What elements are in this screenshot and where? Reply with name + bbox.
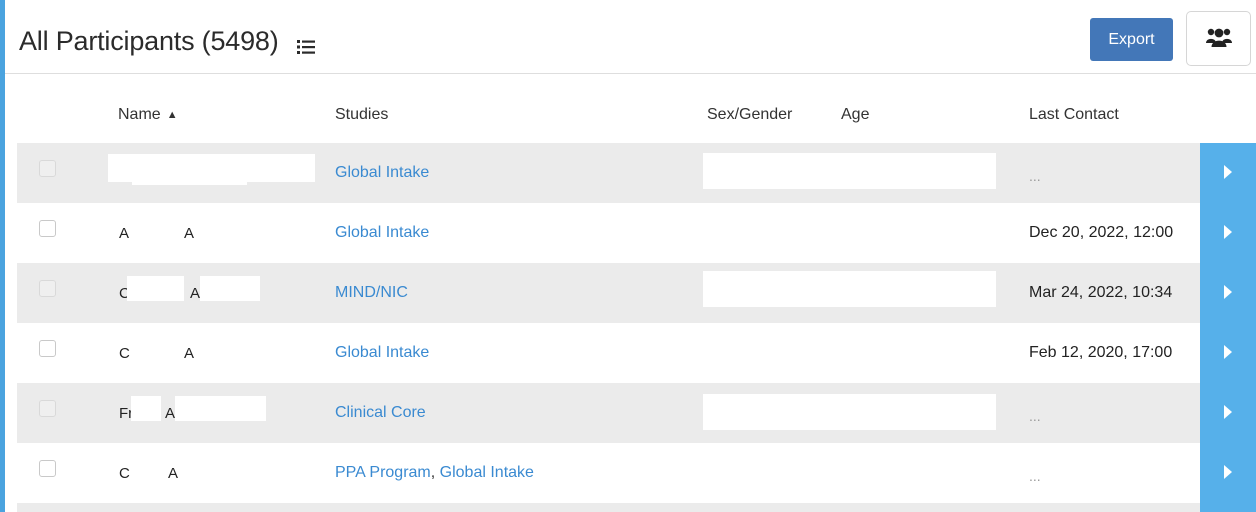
table-row[interactable]: A A Global Intake Dec 20, 2022, 12:00 xyxy=(17,203,1256,263)
study-link[interactable]: Clinical Core xyxy=(335,404,426,421)
chevron-right-icon xyxy=(1223,404,1233,423)
redacted-name xyxy=(131,396,161,421)
table-row[interactable]: Fr A Clinical Core ... xyxy=(17,383,1256,443)
studies-cell: Global Intake xyxy=(335,224,429,242)
studies-separator: , xyxy=(430,464,436,481)
last-contact-cell: Feb 12, 2020, 17:00 xyxy=(1029,344,1173,361)
participant-last-name: A xyxy=(184,345,195,362)
studies-cell: Clinical Core xyxy=(335,404,426,422)
column-header-last-contact: Last Contact xyxy=(1029,106,1119,123)
redacted-name xyxy=(175,396,266,421)
studies-cell: Global Intake xyxy=(335,164,429,182)
table-row[interactable]: C A PPA Program, Global Intake ... xyxy=(17,443,1256,503)
chevron-right-icon xyxy=(1223,284,1233,303)
users-icon xyxy=(1205,27,1232,50)
participant-first-name: C xyxy=(119,465,130,482)
row-checkbox[interactable] xyxy=(39,460,56,477)
export-button[interactable]: Export xyxy=(1090,18,1173,61)
chevron-right-icon xyxy=(1223,224,1233,243)
users-button[interactable] xyxy=(1186,11,1251,66)
column-header-name[interactable]: Name ▲ xyxy=(118,106,178,124)
open-participant-button[interactable] xyxy=(1200,143,1256,203)
column-header-studies: Studies xyxy=(335,106,389,123)
chevron-right-icon xyxy=(1223,464,1233,483)
redacted-name xyxy=(108,154,315,182)
redacted-name xyxy=(127,276,184,301)
open-participant-button[interactable] xyxy=(1200,443,1256,503)
row-checkbox[interactable] xyxy=(39,340,56,357)
participant-first-name: A xyxy=(119,225,130,242)
chevron-right-icon xyxy=(1223,344,1233,363)
page-header: All Participants (5498) Export xyxy=(5,0,1256,74)
table-row[interactable]: C A MIND/NIC Mar 24, 2022, 10:34 xyxy=(17,263,1256,323)
open-participant-button[interactable] xyxy=(1200,263,1256,323)
last-contact-cell: Mar 24, 2022, 10:34 xyxy=(1029,284,1173,301)
column-header-name-label: Name xyxy=(118,106,161,123)
open-participant-button[interactable] xyxy=(1200,383,1256,443)
row-checkbox[interactable] xyxy=(39,400,56,417)
last-contact-cell: ... xyxy=(1029,168,1041,184)
participant-last-name: A xyxy=(165,405,176,422)
row-checkbox[interactable] xyxy=(39,280,56,297)
study-link[interactable]: MIND/NIC xyxy=(335,284,408,301)
table-row[interactable]: Global Intake ... xyxy=(17,143,1256,203)
study-link[interactable]: Global Intake xyxy=(335,224,429,241)
left-accent-bar xyxy=(0,0,5,512)
row-checkbox[interactable] xyxy=(39,160,56,177)
table-row[interactable]: C A Global Intake Feb 12, 2020, 17:00 xyxy=(17,323,1256,383)
participant-first-name: C xyxy=(119,345,130,362)
redacted-demographics xyxy=(703,394,996,430)
redacted-name xyxy=(200,276,260,301)
study-link[interactable]: Global Intake xyxy=(440,464,534,481)
list-icon[interactable] xyxy=(297,40,317,59)
column-header-sex-gender: Sex/Gender xyxy=(707,106,793,123)
open-participant-button[interactable] xyxy=(1200,203,1256,263)
participant-last-name: A xyxy=(168,465,179,482)
table-row xyxy=(17,503,1256,512)
study-link[interactable]: PPA Program xyxy=(335,464,431,481)
open-participant-button[interactable] xyxy=(1200,323,1256,383)
studies-cell: PPA Program, Global Intake xyxy=(335,464,534,482)
sort-asc-icon: ▲ xyxy=(166,109,178,121)
participant-last-name: A xyxy=(190,285,201,302)
last-contact-cell: ... xyxy=(1029,408,1041,424)
study-link[interactable]: Global Intake xyxy=(335,344,429,361)
studies-cell: Global Intake xyxy=(335,344,429,362)
redacted-demographics xyxy=(703,153,996,189)
chevron-right-icon xyxy=(1223,164,1233,183)
studies-cell: MIND/NIC xyxy=(335,284,408,302)
redacted-name xyxy=(132,181,247,185)
page-title: All Participants (5498) xyxy=(19,26,279,56)
last-contact-cell: ... xyxy=(1029,468,1041,484)
column-header-age: Age xyxy=(841,106,870,123)
row-checkbox[interactable] xyxy=(39,220,56,237)
open-participant-button xyxy=(1200,503,1256,512)
participant-last-name: A xyxy=(184,225,195,242)
study-link[interactable]: Global Intake xyxy=(335,164,429,181)
last-contact-cell: Dec 20, 2022, 12:00 xyxy=(1029,224,1174,241)
redacted-demographics xyxy=(703,271,996,307)
